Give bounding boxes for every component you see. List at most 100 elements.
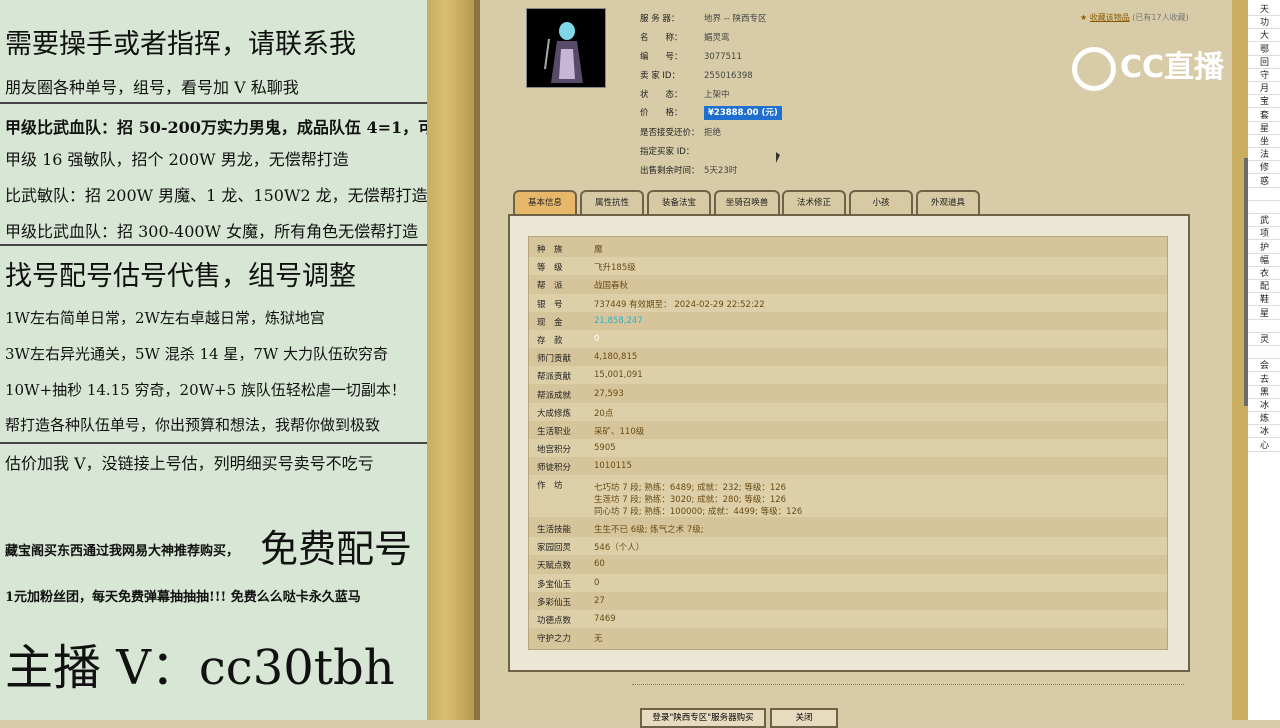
sheet-row[interactable]: 项 — [1248, 226, 1280, 241]
sheet-cell[interactable]: 会 — [1260, 358, 1269, 371]
sheet-row[interactable]: 心 — [1248, 438, 1280, 452]
sheet-row[interactable]: 功 — [1248, 15, 1280, 30]
sheet-cell[interactable]: 守 — [1260, 68, 1269, 81]
sheet-cell[interactable]: 惑 — [1260, 174, 1269, 187]
sheet-row[interactable]: 会 — [1248, 358, 1280, 373]
tab-spells[interactable]: 法术修正 — [782, 190, 846, 214]
sheet-cell[interactable]: 衣 — [1260, 266, 1269, 279]
sheet-row[interactable]: 冰 — [1248, 424, 1280, 439]
sheet-row[interactable]: 大 — [1248, 28, 1280, 43]
sheet-cell[interactable]: 炼 — [1260, 411, 1269, 424]
overlay-line: 3W左右异光通关，5W 混杀 14 星，7W 大力队伍砍穷奇 — [5, 345, 389, 363]
close-button[interactable]: 关闭 — [770, 708, 838, 728]
sheet-cell[interactable]: 功 — [1260, 15, 1269, 28]
tab-appearance[interactable]: 外观道具 — [916, 190, 980, 214]
sheet-cell[interactable]: 冰 — [1260, 398, 1269, 411]
sheet-cell[interactable]: 项 — [1260, 226, 1269, 239]
workshop-row: 作 坊 七巧坊 7 段; 熟练：6489; 成就：232; 等级：126 生莲坊… — [529, 475, 1167, 517]
login-purchase-button[interactable]: 登录"陕西专区"服务器购买 — [640, 708, 766, 728]
sheet-cell[interactable]: 星 — [1260, 121, 1269, 134]
row-key: 等 级 — [537, 263, 563, 274]
remain-value: 5天23时 — [704, 166, 738, 176]
sheet-row[interactable]: 冰 — [1248, 398, 1280, 412]
sheet-row[interactable]: 鞋 — [1248, 292, 1280, 307]
sheet-cell[interactable]: 黑 — [1260, 385, 1269, 398]
sheet-row[interactable]: 星 — [1248, 306, 1280, 320]
sheet-cell[interactable]: 套 — [1260, 108, 1269, 121]
sheet-row[interactable]: 衣 — [1248, 266, 1280, 280]
tab-basic-info[interactable]: 基本信息 — [513, 190, 577, 214]
sheet-row[interactable]: 鄂 — [1248, 42, 1280, 56]
overlay-line: 10W+抽秒 14.15 穷奇，20W+5 族队伍轻松虐一切副本！ — [5, 381, 406, 399]
tab-mounts-pets[interactable]: 坐骑召唤兽 — [714, 190, 780, 214]
sheet-cell[interactable]: 回 — [1260, 55, 1269, 68]
overlay-streamer-contact: 主播 V：cc30tbh — [5, 640, 395, 696]
overlay-line: 比武敏队：招 200W 男魔、1 龙、150W2 龙，无偿帮打造 — [5, 186, 427, 205]
row-key: 种 族 — [537, 245, 563, 255]
sheet-row[interactable]: 坐 — [1248, 134, 1280, 148]
sheet-row[interactable] — [1248, 345, 1280, 360]
price-value[interactable]: ¥23888.00 (元) — [704, 106, 782, 120]
sheet-cell[interactable]: 坐 — [1260, 134, 1269, 147]
sheet-row[interactable]: 去 — [1248, 372, 1280, 386]
sheet-row[interactable]: 套 — [1248, 108, 1280, 122]
overlay-line: 1W左右简单日常，2W左右卓越日常，炼狱地宫 — [5, 309, 325, 327]
id-label: 编 号： — [640, 52, 683, 62]
sheet-cell[interactable]: 鞋 — [1260, 292, 1269, 305]
table-row: 多宝仙玉 0 — [529, 573, 1167, 592]
sheet-cell[interactable]: 天 — [1260, 2, 1269, 15]
sheet-row[interactable]: 灵 — [1248, 332, 1280, 346]
tab-attributes[interactable]: 属性抗性 — [580, 190, 644, 214]
sheet-row[interactable] — [1248, 319, 1280, 333]
sheet-cell[interactable]: 幅 — [1260, 253, 1269, 266]
sheet-cell[interactable]: 星 — [1260, 306, 1269, 319]
sheet-cell[interactable]: 鄂 — [1260, 42, 1269, 55]
favorite-link[interactable]: ★ 收藏该物品 (已有17人收藏) — [1080, 12, 1189, 23]
row-value: 无 — [594, 634, 603, 645]
row-value: 546（个人） — [594, 543, 645, 554]
sheet-row[interactable]: 幅 — [1248, 253, 1280, 267]
overlay-line: 藏宝阁买东西通过我网易大神推荐购买， — [5, 544, 240, 559]
id-value: 3077511 — [704, 52, 742, 62]
sheet-row[interactable]: 星 — [1248, 121, 1280, 135]
sheet-row[interactable] — [1248, 187, 1280, 201]
sheet-cell[interactable]: 去 — [1260, 372, 1269, 385]
sheet-row[interactable]: 天 — [1248, 2, 1280, 16]
side-spreadsheet: 天功大鄂回守月宝套星坐法修惑武项护幅衣配鞋星灵会去黑冰炼冰心 — [1248, 0, 1280, 720]
sheet-row[interactable]: 惑 — [1248, 174, 1280, 188]
sheet-cell[interactable]: 武 — [1260, 213, 1269, 226]
sheet-cell[interactable]: 大 — [1260, 28, 1269, 41]
seller-value: 255016398 — [704, 71, 753, 81]
sheet-row[interactable]: 守 — [1248, 68, 1280, 82]
sheet-cell[interactable]: 月 — [1260, 81, 1269, 94]
row-key: 大成修炼 — [537, 408, 572, 419]
sheet-cell[interactable]: 心 — [1260, 438, 1269, 451]
tab-children[interactable]: 小孩 — [849, 190, 913, 214]
sheet-row[interactable]: 法 — [1248, 147, 1280, 162]
sheet-cell[interactable]: 配 — [1260, 279, 1269, 292]
sheet-row[interactable] — [1248, 200, 1280, 214]
overlay-line: 帮打造各种队伍单号，你出预算和想法，我帮你做到极致 — [5, 416, 381, 434]
sheet-row[interactable]: 黑 — [1248, 385, 1280, 399]
sheet-row[interactable]: 武 — [1248, 213, 1280, 228]
sheet-cell[interactable]: 灵 — [1260, 332, 1269, 345]
sheet-row[interactable]: 护 — [1248, 240, 1280, 254]
sheet-row[interactable]: 宝 — [1248, 94, 1280, 109]
sheet-row[interactable]: 回 — [1248, 55, 1280, 69]
overlay-line: 估价加我 V，没链接上号估，列明细买号卖号不吃亏 — [5, 454, 374, 473]
sheet-cell[interactable]: 修 — [1260, 160, 1269, 173]
table-row: 师门贡献 4,180,815 — [529, 348, 1167, 366]
sheet-cell[interactable]: 宝 — [1260, 94, 1269, 107]
favorite-label[interactable]: 收藏该物品 — [1090, 13, 1130, 22]
sheet-cell[interactable]: 冰 — [1260, 424, 1269, 437]
cc-logo-icon — [1072, 46, 1116, 91]
tab-equipment[interactable]: 装备法宝 — [647, 190, 711, 214]
sheet-row[interactable]: 月 — [1248, 81, 1280, 96]
sheet-cell[interactable]: 法 — [1260, 147, 1269, 160]
sheet-row[interactable]: 修 — [1248, 160, 1280, 175]
sheet-row[interactable]: 配 — [1248, 279, 1280, 294]
sheet-row[interactable]: 炼 — [1248, 411, 1280, 426]
row-value: 采矿、110级 — [594, 427, 645, 437]
sheet-cell[interactable]: 护 — [1260, 240, 1269, 253]
character-avatar — [526, 8, 606, 88]
